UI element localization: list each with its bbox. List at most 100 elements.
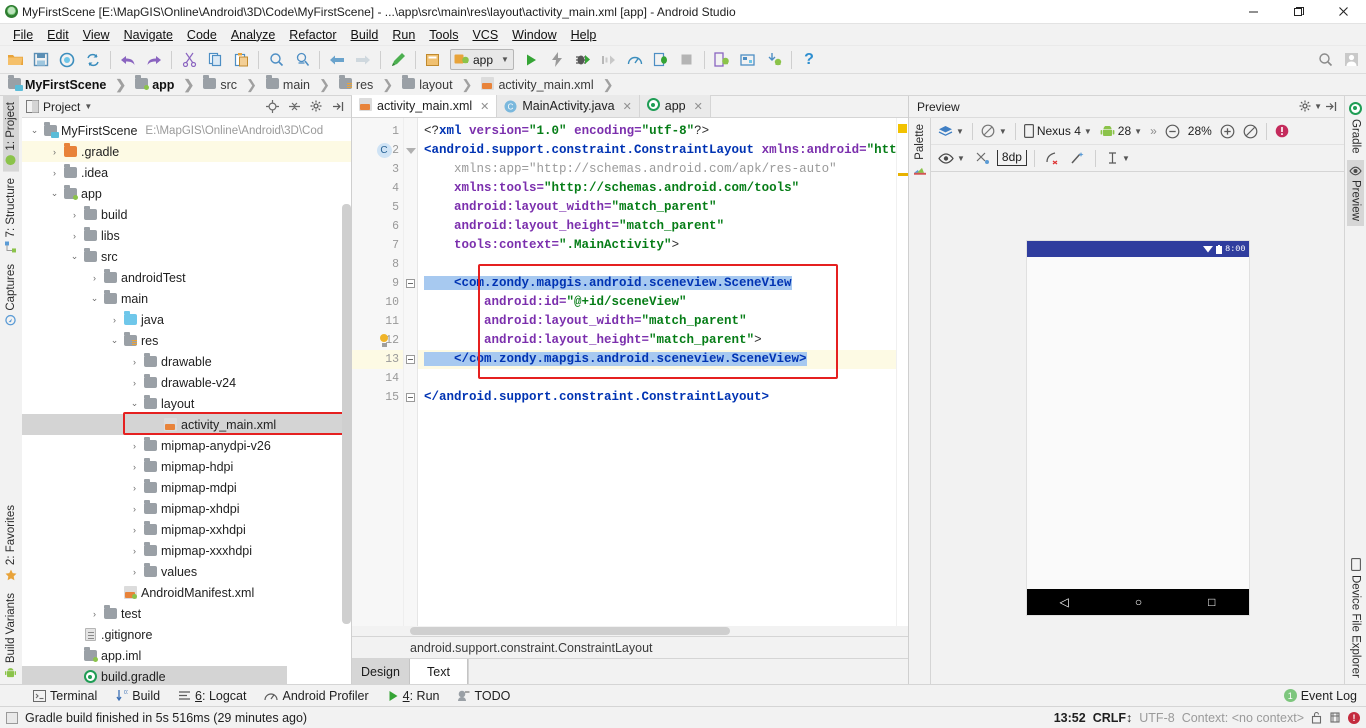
menu-edit[interactable]: Edit [40,26,76,44]
expand-arrow-icon[interactable]: › [128,504,141,514]
tree-item-mipmap-anydpi-v26[interactable]: › mipmap-anydpi-v26 [22,435,351,456]
tree-item-main[interactable]: ⌄ main [22,288,351,309]
redo-icon[interactable] [141,48,167,72]
status-indicator-icon[interactable] [6,711,18,724]
tree-item-mipmap-xhdpi[interactable]: › mipmap-xhdpi [22,498,351,519]
design-mode-button[interactable]: ▼ [935,121,967,142]
home-icon[interactable]: ○ [1135,595,1142,609]
orientation-button[interactable]: ▼ [978,121,1010,142]
inspection-icon[interactable] [1329,711,1341,724]
menu-run[interactable]: Run [385,26,422,44]
refresh-icon[interactable] [80,48,106,72]
menu-view[interactable]: View [76,26,117,44]
tree-item-androidtest[interactable]: › androidTest [22,267,351,288]
error-icon[interactable]: ! [1348,711,1360,724]
fold-marker[interactable] [404,388,417,407]
code-line[interactable]: xmlns:tools="http://schemas.android.com/… [418,179,896,198]
tree-item-androidmanifest-xml[interactable]: AndroidManifest.xml [22,582,351,603]
lock-icon[interactable] [1311,711,1322,724]
expand-arrow-icon[interactable]: ⌄ [108,335,121,346]
tree-item-drawable[interactable]: › drawable [22,351,351,372]
save-all-icon[interactable] [28,48,54,72]
bottom-item-terminal[interactable]: Terminal [24,686,106,706]
code-line[interactable]: android:layout_height="match_parent"> [418,331,896,350]
chevron-down-icon[interactable]: ▼ [1314,102,1322,111]
menu-tools[interactable]: Tools [422,26,465,44]
run-configuration-selector[interactable]: app ▼ [450,49,514,70]
tree-item-java[interactable]: › java [22,309,351,330]
tab-mainactivity-java[interactable]: C MainActivity.java ✕ [497,95,640,117]
code-line[interactable]: android:layout_width="match_parent" [418,198,896,217]
bottom-item-run[interactable]: 4: Run [378,686,449,706]
menu-analyze[interactable]: Analyze [224,26,282,44]
expand-arrow-icon[interactable]: › [128,378,141,388]
context-label[interactable]: Context: <no context> [1182,711,1304,725]
code-editor[interactable]: 1 C 2 3 4 5 6 7 8 9 10 11 12 13 14 15 <?xml version="1.… [352,118,908,626]
sdk-manager-icon[interactable] [735,48,761,72]
visibility-button[interactable]: ▼ [935,148,968,169]
gear-icon[interactable] [1296,98,1314,116]
preview-canvas[interactable]: 8:00 ◁ ○ □ [931,172,1344,684]
menu-refactor[interactable]: Refactor [282,26,343,44]
menu-code[interactable]: Code [180,26,224,44]
tree-item-mipmap-hdpi[interactable]: › mipmap-hdpi [22,456,351,477]
sync-project-icon[interactable] [54,48,80,72]
tree-item-libs[interactable]: › libs [22,225,351,246]
tab-text[interactable]: Text [410,659,468,684]
line-separator-label[interactable]: CRLF↕ [1093,711,1133,725]
intention-bulb-icon[interactable] [376,333,392,349]
sidebar-item-captures[interactable]: Captures [3,258,19,332]
bottom-item-logcat[interactable]: 6: Logcat [169,686,255,706]
step-icon[interactable] [596,48,622,72]
fold-marker[interactable] [404,141,417,160]
sidebar-item-palette[interactable]: Palette [912,118,928,181]
expand-arrow-icon[interactable]: › [128,546,141,556]
device-selector[interactable]: Nexus 4 ▼ [1021,121,1095,142]
breadcrumb-item-myfirstscene[interactable]: MyFirstScene ❯ [6,74,133,93]
breadcrumb-item-main[interactable]: main ❯ [264,74,337,93]
tab-design[interactable]: Design [352,659,410,684]
menu-window[interactable]: Window [505,26,563,44]
menu-file[interactable]: File [6,26,40,44]
tree-item-app-iml[interactable]: app.iml [22,645,351,666]
tree-item-layout[interactable]: ⌄ layout [22,393,351,414]
copy-icon[interactable] [202,48,228,72]
tree-item-res[interactable]: ⌄ res [22,330,351,351]
menu-navigate[interactable]: Navigate [117,26,180,44]
attach-debugger-icon[interactable] [648,48,674,72]
tree-item-mipmap-xxxhdpi[interactable]: › mipmap-xxxhdpi [22,540,351,561]
menu-build[interactable]: Build [344,26,386,44]
close-button[interactable] [1321,0,1366,24]
warning-marker[interactable] [898,124,907,133]
close-icon[interactable]: ✕ [694,100,703,113]
tree-item-mipmap-xxhdpi[interactable]: › mipmap-xxhdpi [22,519,351,540]
class-marker-icon[interactable]: C [376,143,392,159]
tree-item-activity-main-xml[interactable]: activity_main.xml [22,414,351,435]
code-line[interactable]: </com.zondy.mapgis.android.sceneview.Sce… [418,350,896,369]
breadcrumb-item-src[interactable]: src ❯ [201,74,264,93]
open-folder-icon[interactable] [2,48,28,72]
help-icon[interactable]: ? [796,48,822,72]
hide-icon[interactable] [329,98,347,116]
tree-item-mipmap-mdpi[interactable]: › mipmap-mdpi [22,477,351,498]
bottom-item-build[interactable]: 01 Build [106,686,169,706]
breadcrumb-item-activity-main-xml[interactable]: activity_main.xml ❯ [479,76,620,93]
sidebar-item-structure[interactable]: 7: Structure [3,172,19,258]
issue-notification-button[interactable] [1272,121,1292,142]
tab-activity-main-xml[interactable]: activity_main.xml ✕ [352,95,498,117]
tree-item-build-gradle[interactable]: build.gradle [22,666,287,684]
code-line[interactable]: android:id="@+id/sceneView" [418,293,896,312]
breadcrumb-item-res[interactable]: res ❯ [337,74,400,93]
find-replace-icon[interactable] [289,48,315,72]
hide-icon[interactable] [1322,98,1340,116]
code-line[interactable]: <android.support.constraint.ConstraintLa… [418,141,896,160]
device-preview[interactable]: 8:00 ◁ ○ □ [1026,241,1249,615]
tree-item-app[interactable]: ⌄ app [22,183,351,204]
sidebar-item-build-variants[interactable]: Build Variants [3,587,19,684]
bottom-item-todo[interactable]: TODO [448,686,519,706]
gear-icon[interactable] [307,98,325,116]
sidebar-item-preview[interactable]: Preview [1347,159,1364,227]
expand-arrow-icon[interactable]: ⌄ [88,293,101,304]
clear-constraints-button[interactable] [1042,148,1063,169]
guidelines-button[interactable]: ▼ [1103,148,1133,169]
